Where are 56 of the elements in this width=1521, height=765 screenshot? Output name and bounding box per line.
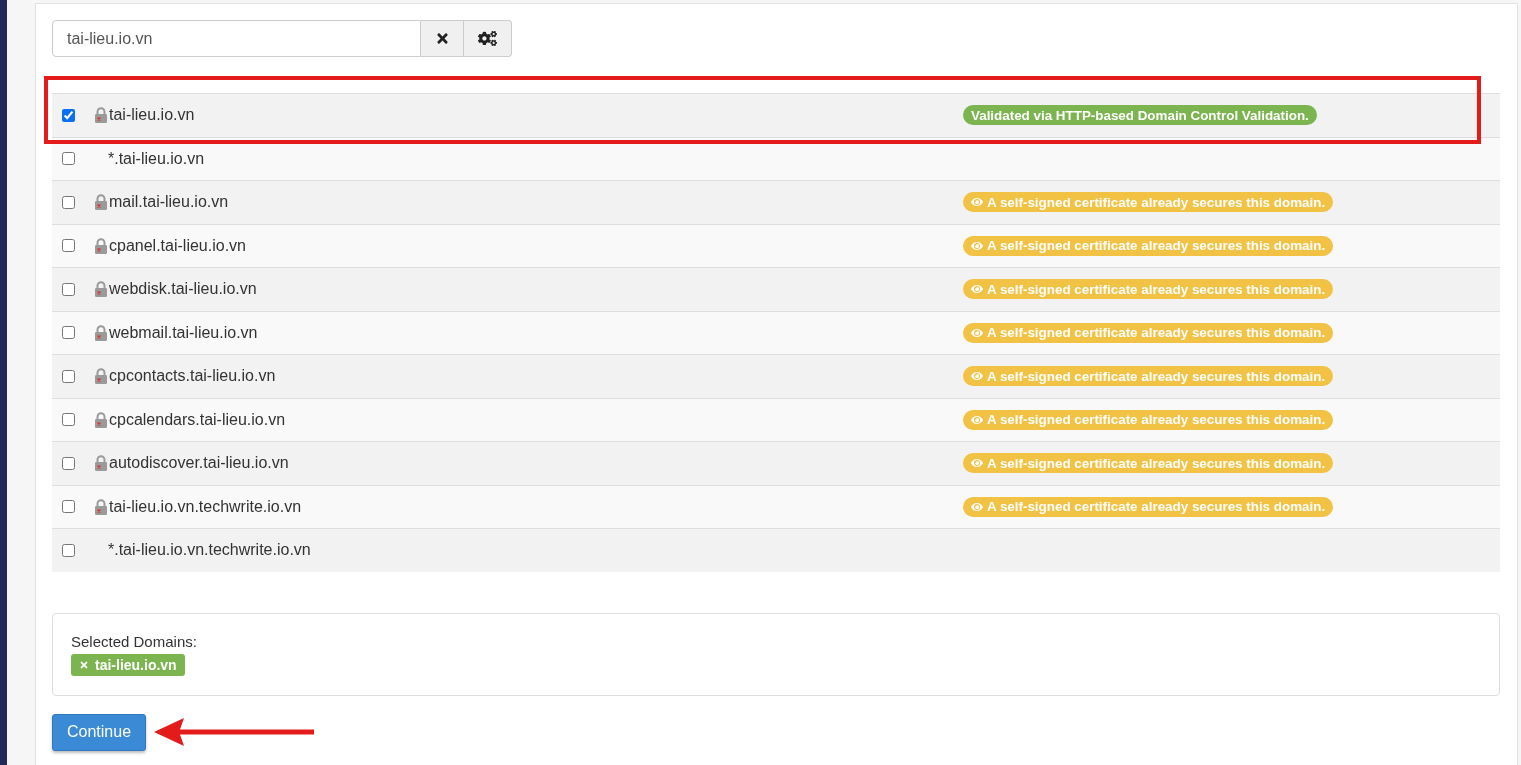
domain-row[interactable]: tai-lieu.io.vn Validated via HTTP-based Domain Control Validation.	[52, 93, 1500, 137]
checkbox[interactable]	[62, 456, 75, 470]
status-badge: A self-signed certificate already secures this domain.	[963, 192, 1334, 213]
eye-icon	[971, 457, 983, 470]
status-badge: A self-signed certificate already secures this domain.	[963, 496, 1334, 517]
domain-name: *.tai-lieu.io.vn.techwrite.io.vn	[108, 541, 311, 560]
status-badge: A self-signed certificate already secures this domain.	[963, 279, 1334, 300]
checkbox[interactable]	[62, 326, 75, 340]
checkbox[interactable]	[62, 282, 75, 296]
domain-row[interactable]: cpcalendars.tai-lieu.io.vn A self-signed certificate already secures this domain.	[52, 397, 1500, 441]
domain-name: *.tai-lieu.io.vn	[108, 149, 205, 168]
selected-domains-label: Selected Domains:	[71, 632, 197, 650]
search-field[interactable]: tai-lieu.io.vn	[52, 20, 421, 57]
domain-name: tai-lieu.io.vn	[109, 106, 195, 125]
clear-button[interactable]	[421, 20, 464, 57]
domain-name: tai-lieu.io.vn.techwrite.io.vn	[109, 497, 302, 516]
status-badge: A self-signed certificate already secures this domain.	[963, 322, 1334, 343]
eye-icon	[971, 326, 983, 339]
domain-row[interactable]: webdisk.tai-lieu.io.vn A self-signed certificate already secures this domain.	[52, 267, 1500, 311]
domain-name: cpanel.tai-lieu.io.vn	[109, 236, 246, 255]
domain-name: autodiscover.tai-lieu.io.vn	[109, 454, 289, 473]
status-badge: A self-signed certificate already secures this domain.	[963, 366, 1334, 387]
domain-name: webdisk.tai-lieu.io.vn	[109, 280, 257, 299]
domain-row[interactable]: autodiscover.tai-lieu.io.vn A self-signed certificate already secures this domain.	[52, 441, 1500, 485]
domain-row[interactable]: *.tai-lieu.io.vn.techwrite.io.vn	[52, 528, 1500, 572]
eye-icon	[971, 500, 983, 513]
domain-row[interactable]: cpcontacts.tai-lieu.io.vn A self-signed certificate already secures this domain.	[52, 354, 1500, 398]
domain-row[interactable]: tai-lieu.io.vn.techwrite.io.vn A self-signed certificate already secures this domain.	[52, 484, 1500, 528]
settings-icon	[478, 29, 497, 48]
eye-icon	[971, 370, 983, 383]
checkbox[interactable]	[62, 369, 75, 383]
domain-row[interactable]: webmail.tai-lieu.io.vn A self-signed certificate already secures this domain.	[52, 310, 1500, 354]
checkbox[interactable]	[62, 152, 75, 166]
eye-icon	[971, 239, 983, 252]
checkbox[interactable]	[62, 500, 75, 514]
domain-name: mail.tai-lieu.io.vn	[109, 193, 229, 212]
checkbox[interactable]	[62, 239, 75, 253]
checkbox[interactable]	[62, 413, 75, 427]
domain-name: cpcontacts.tai-lieu.io.vn	[109, 367, 276, 386]
checkbox[interactable]	[62, 108, 75, 122]
status-badge: A self-signed certificate already secures this domain.	[963, 235, 1334, 256]
settings-button[interactable]	[464, 20, 512, 57]
continue-button[interactable]: Continue	[52, 713, 147, 751]
status-badge: A self-signed certificate already secures this domain.	[963, 453, 1334, 474]
eye-icon	[971, 283, 983, 296]
checkbox[interactable]	[62, 195, 75, 209]
eye-icon	[971, 413, 983, 426]
status-badge: A self-signed certificate already secures this domain.	[963, 409, 1334, 430]
domain-row[interactable]: mail.tai-lieu.io.vn A self-signed certificate already secures this domain.	[52, 180, 1500, 224]
domain-row[interactable]: cpanel.tai-lieu.io.vn A self-signed certificate already secures this domain.	[52, 223, 1500, 267]
status-badge: Validated via HTTP-based Domain Control Validation.	[963, 105, 1317, 126]
remove-icon[interactable]	[79, 659, 89, 670]
domain-name: cpcalendars.tai-lieu.io.vn	[109, 410, 286, 429]
domain-name: webmail.tai-lieu.io.vn	[109, 323, 258, 342]
checkbox[interactable]	[62, 543, 75, 557]
eye-icon	[971, 196, 983, 209]
